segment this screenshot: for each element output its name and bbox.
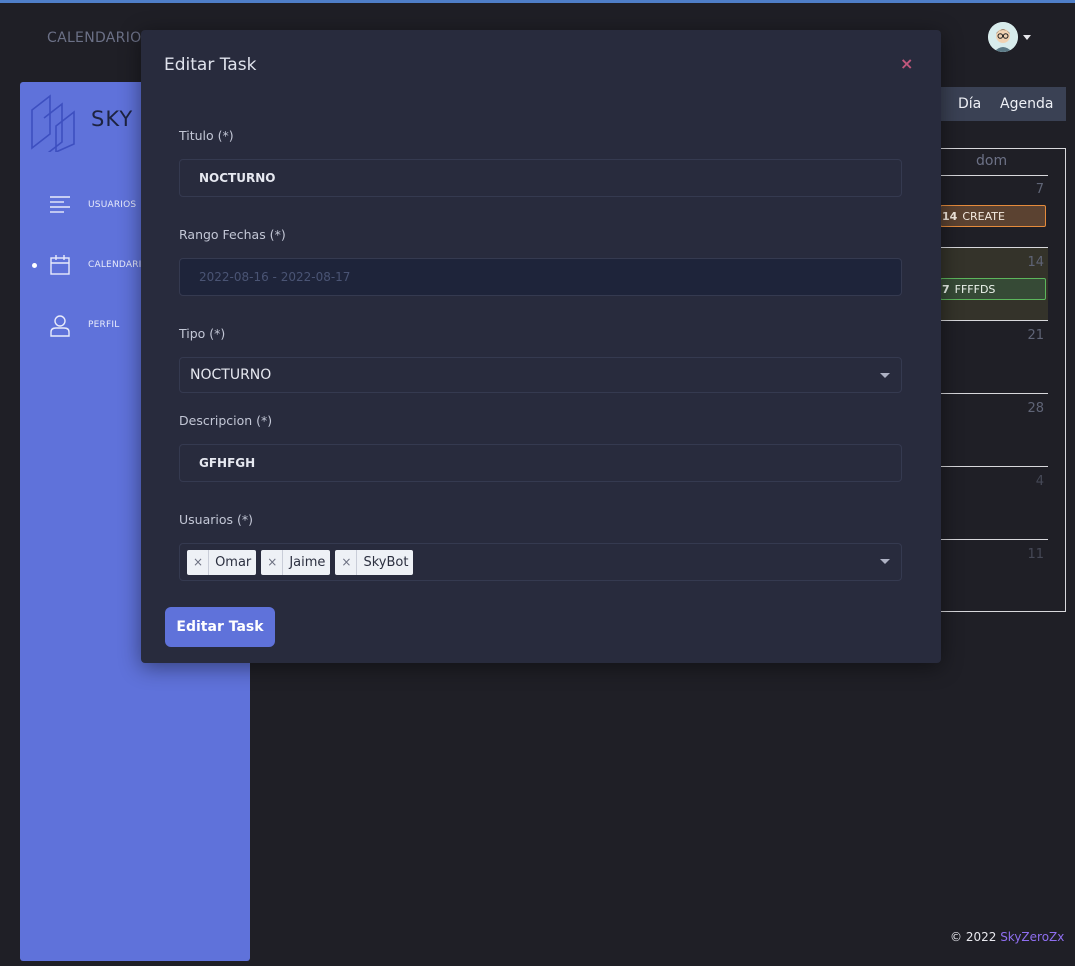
- titulo-label: Titulo (*): [179, 128, 234, 143]
- calendar-day-number[interactable]: 28: [1014, 401, 1044, 416]
- calendar-day-number[interactable]: 11: [1014, 547, 1044, 562]
- rango-fechas-label: Rango Fechas (*): [179, 227, 286, 242]
- calendar-row-divider: [940, 320, 1048, 321]
- avatar-icon: [988, 22, 1018, 52]
- footer-copyright: © 2022: [950, 930, 997, 944]
- page-title: CALENDARIO: [47, 30, 142, 46]
- event-time: 7: [942, 282, 950, 296]
- user-tag-label: Omar: [215, 554, 252, 570]
- descripcion-input[interactable]: GFHFGH: [179, 444, 902, 482]
- user-tag: × SkyBot: [335, 549, 414, 575]
- rango-fechas-value: 2022-08-16 - 2022-08-17: [199, 270, 351, 284]
- footer-author-link[interactable]: SkyZeroZx: [1000, 930, 1064, 944]
- user-tag-label: SkyBot: [363, 554, 409, 570]
- modal-title: Editar Task: [164, 55, 257, 75]
- calendar-day-number[interactable]: 14: [1014, 255, 1044, 270]
- calendar-row-divider: [940, 393, 1048, 394]
- remove-tag-icon[interactable]: ×: [187, 549, 210, 575]
- calendar-day-number[interactable]: 7: [1014, 182, 1044, 197]
- remove-tag-icon[interactable]: ×: [261, 549, 284, 575]
- close-icon[interactable]: ×: [900, 54, 913, 73]
- footer: © 2022 SkyZeroZx: [950, 930, 1064, 944]
- user-tag-label: Jaime: [289, 554, 326, 570]
- edit-task-modal: Editar Task × Titulo (*) NOCTURNO Rango …: [141, 30, 941, 663]
- descripcion-label: Descripcion (*): [179, 413, 273, 428]
- calendar-day-header: dom: [976, 153, 1008, 169]
- active-indicator: [32, 262, 37, 268]
- calendar-row-divider: [940, 466, 1048, 467]
- calendar-row-divider: [940, 539, 1048, 540]
- remove-tag-icon[interactable]: ×: [335, 549, 358, 575]
- calendar-day-number[interactable]: 4: [1014, 474, 1044, 489]
- view-agenda-button[interactable]: Agenda: [1000, 96, 1053, 112]
- tipo-value: NOCTURNO: [190, 367, 272, 383]
- calendar-row-divider: [940, 247, 1048, 248]
- calendar-view-switcher: Día Agenda: [940, 87, 1066, 121]
- event-title: FFFFDS: [954, 282, 996, 296]
- user-icon: [48, 313, 72, 337]
- editar-task-button[interactable]: Editar Task: [165, 607, 275, 647]
- chevron-down-icon: [880, 373, 890, 378]
- tipo-label: Tipo (*): [179, 326, 226, 341]
- sidebar-item-label: USUARIOS: [88, 200, 137, 210]
- calendar-icon: [48, 253, 72, 277]
- user-tag: × Jaime: [261, 549, 331, 575]
- rango-fechas-input[interactable]: 2022-08-16 - 2022-08-17: [179, 258, 902, 296]
- tipo-select[interactable]: NOCTURNO: [179, 357, 902, 393]
- titulo-input[interactable]: NOCTURNO: [179, 159, 902, 197]
- calendar-day-number[interactable]: 21: [1014, 328, 1044, 343]
- top-accent-bar: [0, 0, 1075, 3]
- view-day-button[interactable]: Día: [958, 96, 981, 112]
- user-tag: × Omar: [187, 549, 257, 575]
- chevron-down-icon: [1023, 34, 1031, 40]
- calendar-event[interactable]: 14 CREATE: [940, 205, 1046, 227]
- event-time: 14: [942, 209, 958, 223]
- descripcion-value: GFHFGH: [199, 456, 256, 470]
- event-title: CREATE: [962, 209, 1005, 223]
- usuarios-multiselect[interactable]: × Omar × Jaime × SkyBot: [179, 543, 902, 581]
- sidebar-item-label: PERFIL: [88, 320, 120, 330]
- titulo-value: NOCTURNO: [199, 171, 276, 185]
- list-icon: [48, 193, 72, 217]
- brand-logo-icon: [28, 92, 80, 157]
- chevron-down-icon: [880, 559, 890, 564]
- calendar-row-divider: [940, 175, 1048, 176]
- user-menu-toggle[interactable]: [988, 22, 1031, 52]
- calendar-event[interactable]: 7 FFFFDS: [940, 278, 1046, 300]
- usuarios-label: Usuarios (*): [179, 512, 253, 527]
- sidebar-item-label: CALENDARIO: [88, 260, 149, 270]
